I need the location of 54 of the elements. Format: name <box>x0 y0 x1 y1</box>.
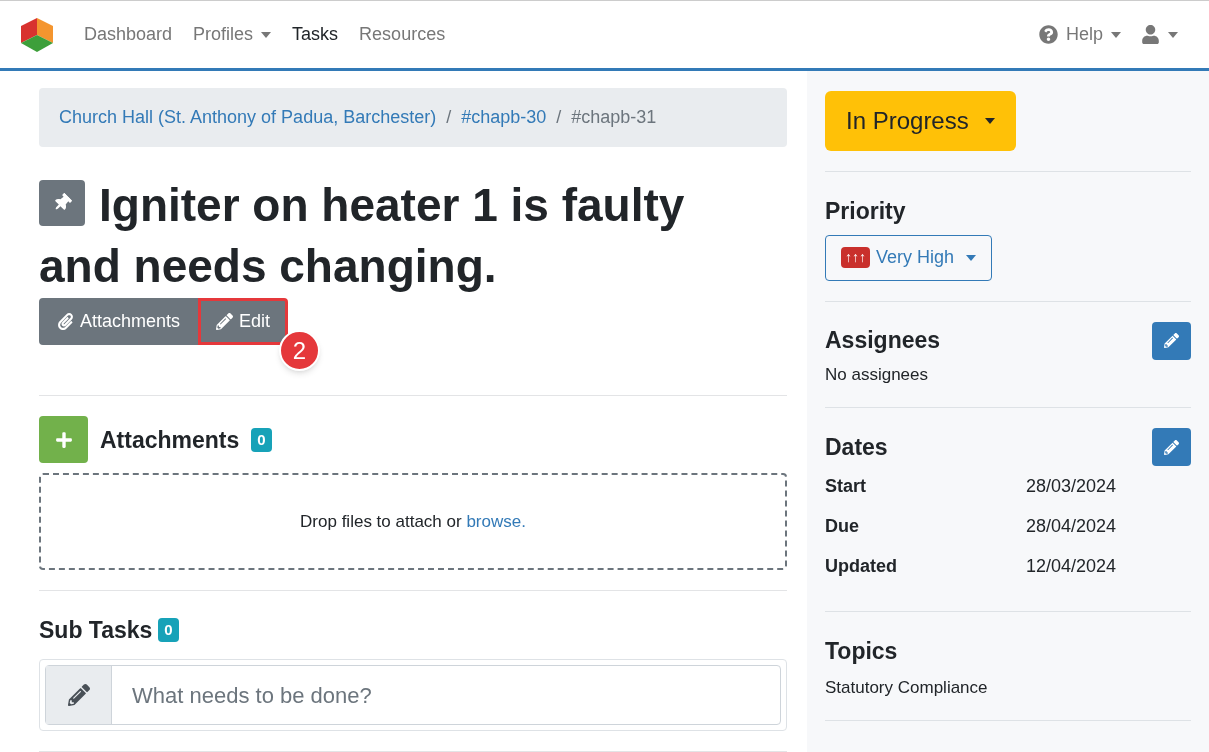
status-dropdown[interactable]: In Progress <box>825 91 1016 151</box>
priority-dropdown[interactable]: ↑↑↑ Very High <box>825 234 993 281</box>
step-number-badge: 2 <box>279 330 320 372</box>
count-badge: 0 <box>158 617 179 642</box>
edit-button[interactable]: Edit <box>198 298 289 346</box>
priority-badge: ↑↑↑ <box>841 247 870 268</box>
caret-icon <box>1111 31 1121 38</box>
edit-button[interactable] <box>1152 428 1191 466</box>
date-label: Updated <box>825 554 898 578</box>
user-menu[interactable] <box>1141 25 1178 44</box>
drop-text: Drop files to attach or browse. <box>300 510 526 533</box>
browse-link[interactable]: browse. <box>466 511 526 531</box>
edit-button[interactable] <box>1152 321 1191 360</box>
caret-icon <box>984 118 995 124</box>
section-heading: Dates <box>825 432 888 462</box>
nav-link[interactable]: Dashboard <box>84 21 173 48</box>
breadcrumb-link[interactable]: Church Hall (St. Anthony of Padua, Barchester) <box>59 103 437 131</box>
user-icon <box>1141 25 1160 44</box>
nav-link[interactable]: Tasks <box>292 21 339 48</box>
section-heading: Assignees <box>825 326 941 356</box>
pencil-icon <box>1164 333 1179 348</box>
drop-zone[interactable]: Drop files to attach or browse. <box>39 473 787 570</box>
date-label: Due <box>825 514 860 538</box>
logo-icon[interactable] <box>19 15 55 54</box>
paperclip-icon <box>57 313 74 331</box>
section-heading: Priority <box>825 197 907 226</box>
topics-text: Statutory Compliance <box>825 676 989 699</box>
count-badge: 0 <box>251 427 272 453</box>
nav-link[interactable]: Profiles <box>193 21 272 48</box>
pencil-icon <box>67 684 90 706</box>
task-title: Igniter on heater 1 is faulty and needs changing. <box>39 177 686 295</box>
add-button[interactable] <box>39 416 88 464</box>
date-value: 28/03/2024 <box>1026 474 1117 498</box>
section-heading: Sub Tasks <box>39 615 153 645</box>
date-value: 12/04/2024 <box>1026 554 1117 578</box>
breadcrumb-separator: / <box>445 105 453 129</box>
section-heading: Topics <box>825 637 899 666</box>
section-heading: Attachments <box>100 425 240 455</box>
breadcrumb-separator: / <box>555 105 563 129</box>
breadcrumb-current: #chapb-31 <box>571 105 657 129</box>
help-menu[interactable]: Help <box>1038 21 1121 48</box>
caret-icon <box>966 254 977 261</box>
date-value: 28/04/2024 <box>1026 514 1117 538</box>
pencil-icon <box>216 313 234 331</box>
nav-link[interactable]: Resources <box>359 21 446 48</box>
help-icon <box>1038 25 1058 44</box>
attachments-button[interactable]: Attachments <box>39 298 199 346</box>
breadcrumb-link[interactable]: #chapb-30 <box>461 103 547 131</box>
date-label: Start <box>825 474 867 498</box>
plus-icon <box>54 430 73 449</box>
pencil-icon <box>1164 439 1179 455</box>
caret-icon <box>1168 31 1178 38</box>
assignees-text: No assignees <box>825 363 929 386</box>
caret-icon <box>261 31 272 38</box>
